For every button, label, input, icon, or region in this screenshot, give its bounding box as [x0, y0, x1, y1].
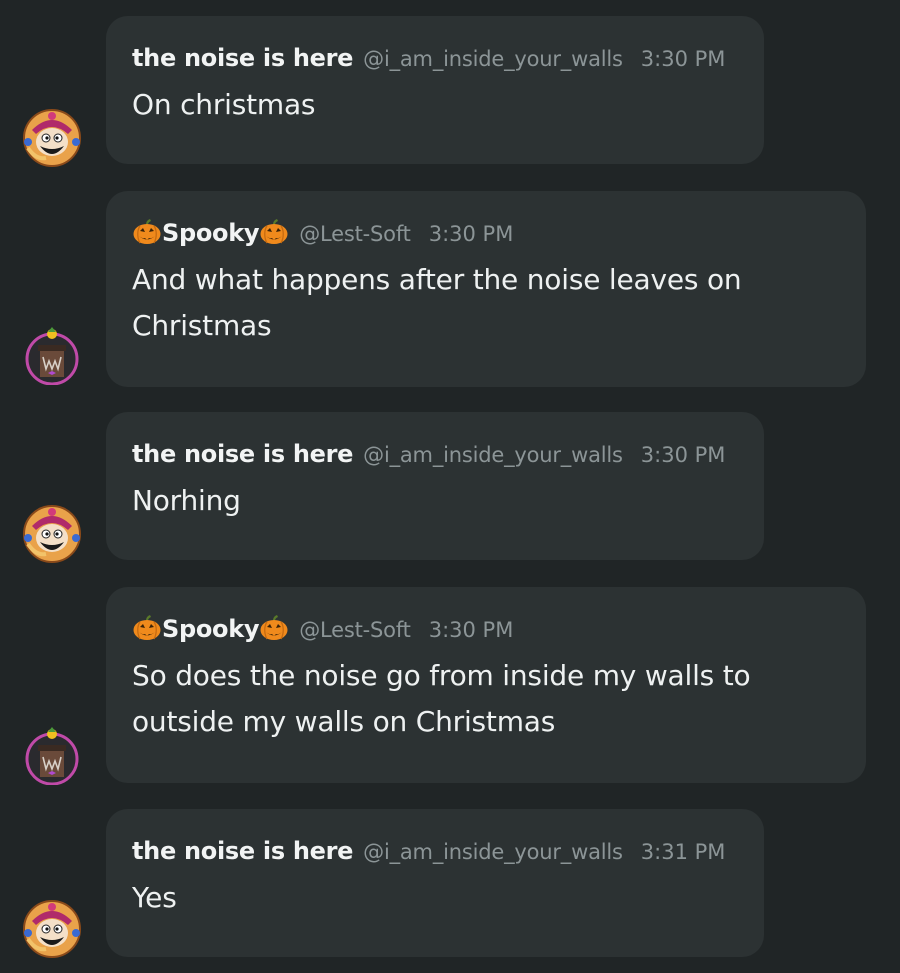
message-bubble[interactable]: the noise is here @i_am_inside_your_wall… — [106, 412, 764, 560]
pumpkin-icon — [259, 219, 289, 245]
author-handle[interactable]: @i_am_inside_your_walls — [363, 443, 623, 467]
timestamp: 3:30 PM — [640, 47, 726, 71]
timestamp: 3:30 PM — [428, 618, 514, 642]
message-text: So does the noise go from inside my wall… — [132, 659, 751, 738]
pumpkin-icon — [132, 219, 162, 245]
author-name[interactable]: the noise is here — [132, 44, 353, 72]
message-text: Norhing — [132, 484, 241, 517]
author-name[interactable]: the noise is here — [132, 837, 353, 865]
spooky-avatar[interactable] — [22, 325, 82, 385]
message-bubble[interactable]: Spooky @Lest-Soft 3:30 PM So does the no… — [106, 587, 866, 783]
message-text: Yes — [132, 881, 177, 914]
timestamp: 3:31 PM — [640, 840, 726, 864]
noise-avatar[interactable] — [22, 108, 82, 168]
author-name-text: Spooky — [162, 615, 260, 643]
chat-log: the noise is here @i_am_inside_your_wall… — [0, 0, 900, 973]
author-handle[interactable]: @i_am_inside_your_walls — [363, 47, 623, 71]
author-handle[interactable]: @Lest-Soft — [299, 222, 411, 246]
pumpkin-icon — [132, 615, 162, 641]
message-header: the noise is here @i_am_inside_your_wall… — [132, 837, 738, 869]
message-bubble[interactable]: Spooky @Lest-Soft 3:30 PM And what happe… — [106, 191, 866, 387]
noise-avatar[interactable] — [22, 504, 82, 564]
author-name[interactable]: Spooky — [132, 219, 289, 247]
author-name-text: Spooky — [162, 219, 260, 247]
author-handle[interactable]: @Lest-Soft — [299, 618, 411, 642]
message-bubble[interactable]: the noise is here @i_am_inside_your_wall… — [106, 16, 764, 164]
message-header: Spooky @Lest-Soft 3:30 PM — [132, 615, 840, 647]
timestamp: 3:30 PM — [640, 443, 726, 467]
timestamp: 3:30 PM — [428, 222, 514, 246]
message-header: the noise is here @i_am_inside_your_wall… — [132, 440, 738, 472]
message-text: On christmas — [132, 88, 316, 121]
author-name[interactable]: Spooky — [132, 615, 289, 643]
noise-avatar[interactable] — [22, 899, 82, 959]
message-bubble[interactable]: the noise is here @i_am_inside_your_wall… — [106, 809, 764, 957]
message-header: Spooky @Lest-Soft 3:30 PM — [132, 219, 840, 251]
author-name[interactable]: the noise is here — [132, 440, 353, 468]
pumpkin-icon — [259, 615, 289, 641]
spooky-avatar[interactable] — [22, 725, 82, 785]
message-text: And what happens after the noise leaves … — [132, 263, 742, 342]
author-handle[interactable]: @i_am_inside_your_walls — [363, 840, 623, 864]
message-header: the noise is here @i_am_inside_your_wall… — [132, 44, 738, 76]
